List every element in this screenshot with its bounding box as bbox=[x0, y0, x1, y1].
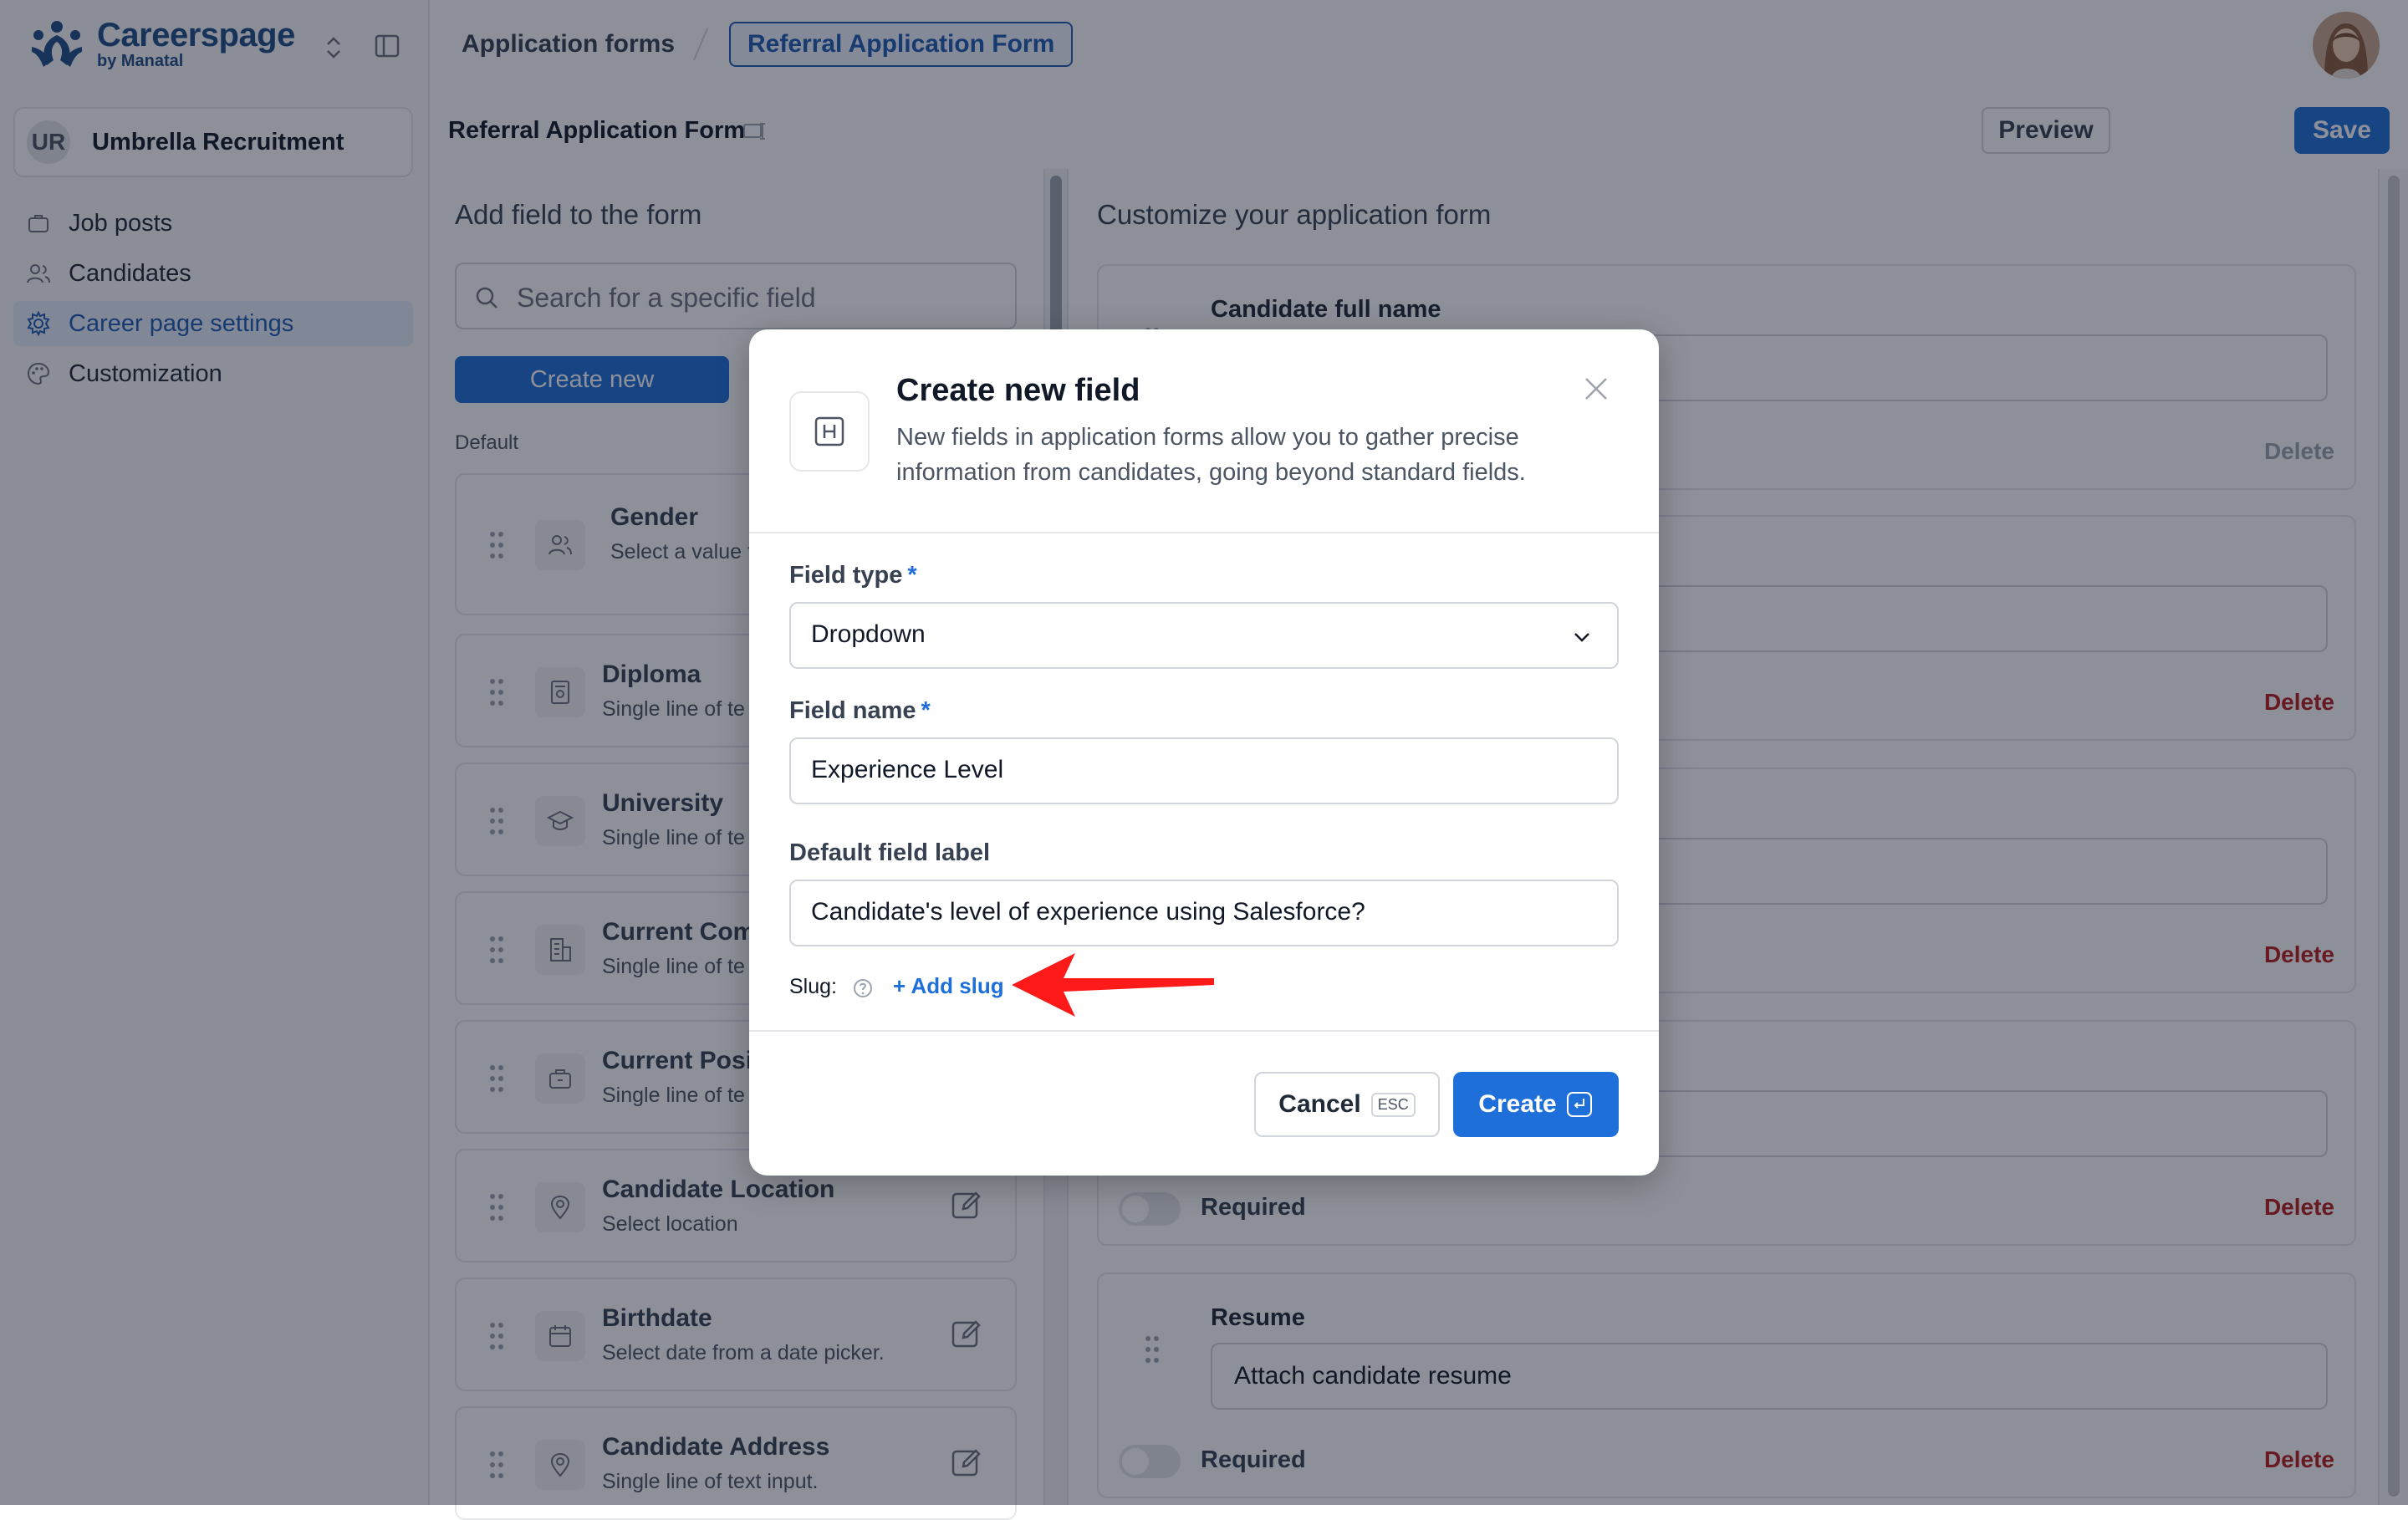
field-type-label: Field type * bbox=[789, 562, 917, 589]
default-field-label-value: Candidate's level of experience using Sa… bbox=[811, 898, 1365, 926]
add-slug-link[interactable]: + Add slug bbox=[893, 973, 1004, 999]
field-type-select[interactable]: Dropdown bbox=[789, 602, 1619, 669]
chevron-down-icon bbox=[1574, 633, 1589, 642]
enter-key-icon bbox=[1566, 1092, 1592, 1117]
field-type-value: Dropdown bbox=[811, 620, 926, 648]
slug-label: Slug: bbox=[789, 975, 837, 998]
modal-title: Create new field bbox=[896, 373, 1140, 408]
create-field-modal: Create new field New fields in applicati… bbox=[749, 329, 1659, 1176]
field-name-input[interactable]: Experience Level bbox=[789, 737, 1619, 804]
field-name-label: Field name * bbox=[789, 697, 931, 724]
create-button[interactable]: Create bbox=[1453, 1072, 1619, 1137]
cancel-button[interactable]: Cancel ESC bbox=[1254, 1072, 1440, 1137]
default-field-label-input[interactable]: Candidate's level of experience using Sa… bbox=[789, 880, 1619, 946]
modal-divider bbox=[749, 1030, 1659, 1032]
default-field-label-label: Default field label bbox=[789, 839, 991, 866]
modal-icon-box bbox=[789, 391, 870, 472]
create-label: Create bbox=[1478, 1090, 1557, 1118]
field-name-value: Experience Level bbox=[811, 756, 1004, 783]
annotation-arrow-icon bbox=[1012, 953, 1214, 1017]
help-circle-icon[interactable] bbox=[851, 977, 875, 1000]
modal-description: New fields in application forms allow yo… bbox=[896, 424, 1526, 486]
close-icon[interactable] bbox=[1582, 375, 1610, 403]
heading-icon bbox=[814, 416, 844, 446]
modal-divider bbox=[749, 532, 1659, 533]
esc-shortcut-badge: ESC bbox=[1370, 1092, 1416, 1117]
cancel-label: Cancel bbox=[1278, 1090, 1361, 1118]
